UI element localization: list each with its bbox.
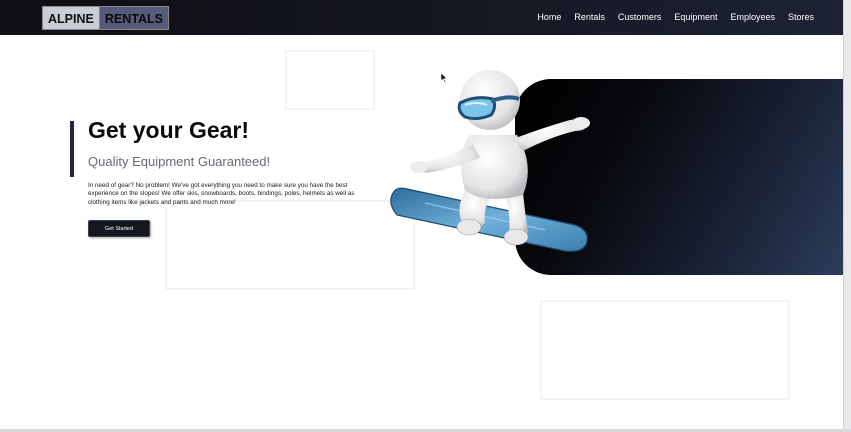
- hero-subtitle: Quality Equipment Guaranteed!: [88, 154, 271, 169]
- brand-logo[interactable]: ALPINE RENTALS: [42, 6, 169, 30]
- mouse-pointer-icon: [441, 73, 448, 83]
- brand-logo-right: RENTALS: [99, 6, 169, 30]
- background-watermark: [165, 200, 415, 290]
- nav-link-home[interactable]: Home: [537, 12, 561, 22]
- navbar: ALPINE RENTALS Home Rentals Customers Eq…: [0, 0, 843, 35]
- nav-link-customers[interactable]: Customers: [618, 12, 662, 22]
- brand-logo-left: ALPINE: [42, 6, 100, 30]
- background-watermark: [285, 50, 375, 110]
- nav-link-equipment[interactable]: Equipment: [674, 12, 717, 22]
- snowboarder-illustration: [390, 70, 590, 252]
- nav-links: Home Rentals Customers Equipment Employe…: [524, 12, 814, 22]
- hero-description: In need of gear? No problem! We've got e…: [88, 182, 355, 206]
- get-started-button[interactable]: Get Started: [88, 220, 150, 237]
- hero-accent-bar: [70, 121, 74, 177]
- hero-title: Get your Gear!: [88, 117, 250, 143]
- nav-link-employees[interactable]: Employees: [730, 12, 775, 22]
- window-scrollbar[interactable]: [843, 0, 851, 432]
- nav-link-rentals[interactable]: Rentals: [574, 12, 605, 22]
- background-watermark: [540, 300, 790, 400]
- nav-link-stores[interactable]: Stores: [788, 12, 814, 22]
